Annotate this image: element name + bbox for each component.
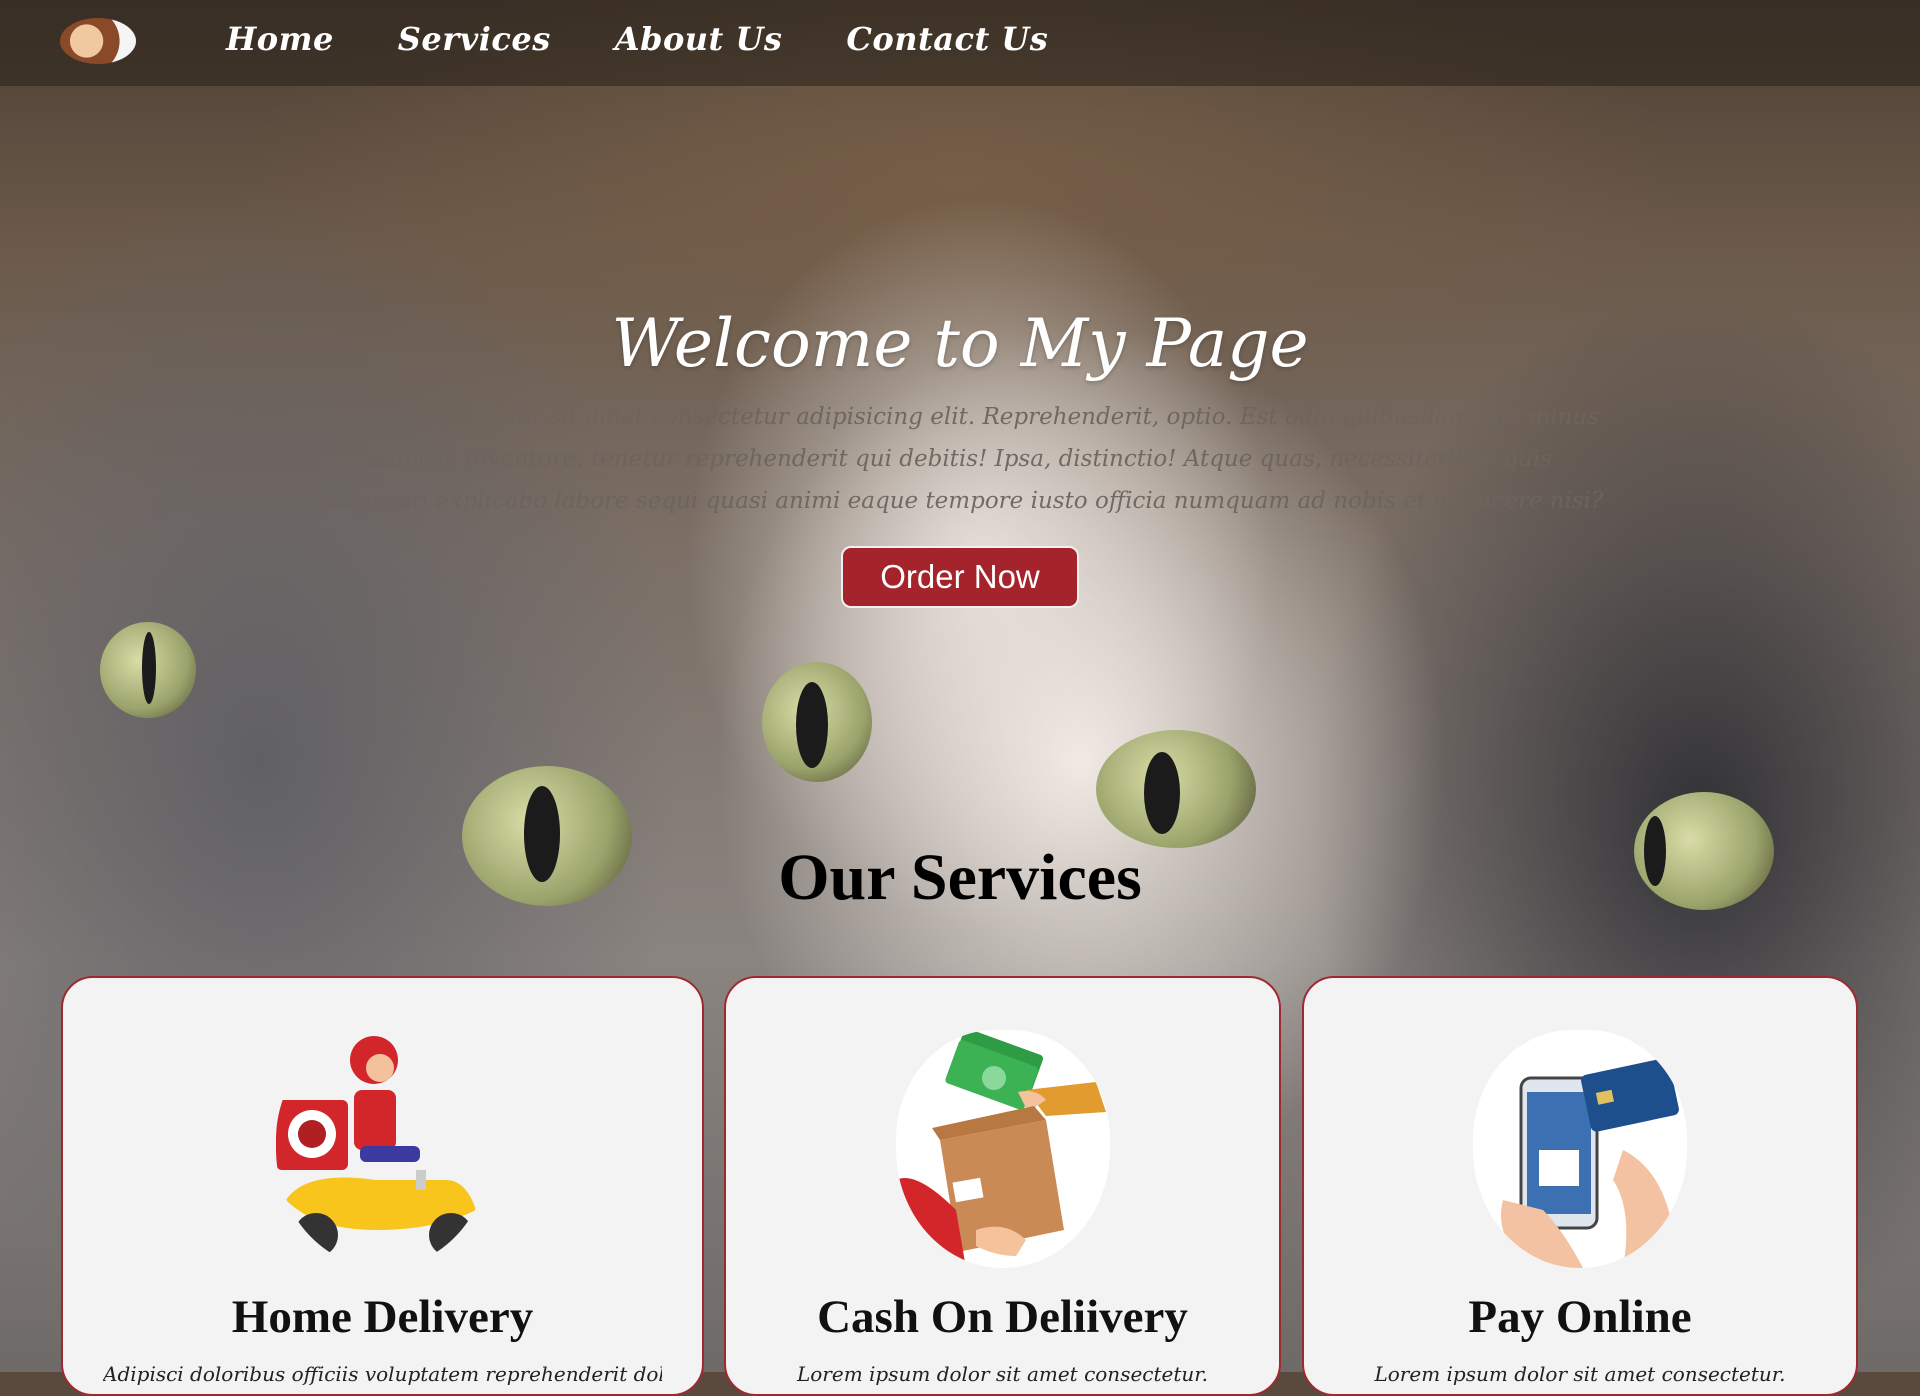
card-title: Home Delivery [231, 1291, 534, 1343]
nav-links: Home Services About Us Contact Us [226, 20, 1048, 58]
cat-pupil [1144, 752, 1180, 834]
card-description: Lorem ipsum dolor sit amet consectetur. [1374, 1362, 1786, 1386]
cat-eye-decoration [100, 622, 196, 718]
cat-eye-decoration [762, 662, 872, 782]
nav-services-link[interactable]: Services [398, 20, 551, 58]
card-title: Cash On Deliivery [817, 1291, 1188, 1343]
cat-pupil [796, 682, 828, 768]
delivery-scooter-icon [275, 1030, 490, 1268]
cat-pupil [142, 632, 156, 704]
cash-handover-icon [895, 1030, 1110, 1268]
hero-title: Welcome to My Page [611, 305, 1309, 382]
card-title: Pay Online [1468, 1291, 1692, 1343]
nav-home-link[interactable]: Home [226, 20, 334, 58]
pay-online-icon [1473, 1030, 1687, 1268]
card-description: Lorem ipsum dolor sit amet consectetur. [796, 1362, 1208, 1386]
delivery-scooter-icon [275, 1036, 476, 1257]
cat-eye-decoration [1096, 730, 1256, 848]
navbar: Home Services About Us Contact Us [0, 0, 1920, 86]
cash-handover-icon [895, 1030, 1106, 1268]
service-card-pay-online[interactable]: Pay Online Lorem ipsum dolor sit amet co… [1302, 976, 1858, 1396]
service-card-cash-on-delivery[interactable]: Cash On Deliivery Lorem ipsum dolor sit … [724, 976, 1281, 1396]
service-card-home-delivery[interactable]: Home Delivery Adipisci doloribus officii… [61, 976, 704, 1396]
logo-avatar[interactable] [60, 18, 136, 64]
card-description: Adipisci doloribus officiis voluptatem r… [103, 1362, 662, 1386]
nav-about-link[interactable]: About Us [615, 20, 783, 58]
order-now-button[interactable]: Order Now [841, 546, 1079, 608]
hero-text: Lorem ipsum dolor sit amet consectetur a… [316, 404, 1604, 514]
nav-contact-link[interactable]: Contact Us [846, 20, 1048, 58]
pay-online-icon [1501, 1058, 1679, 1268]
services-title: Our Services [778, 841, 1142, 914]
